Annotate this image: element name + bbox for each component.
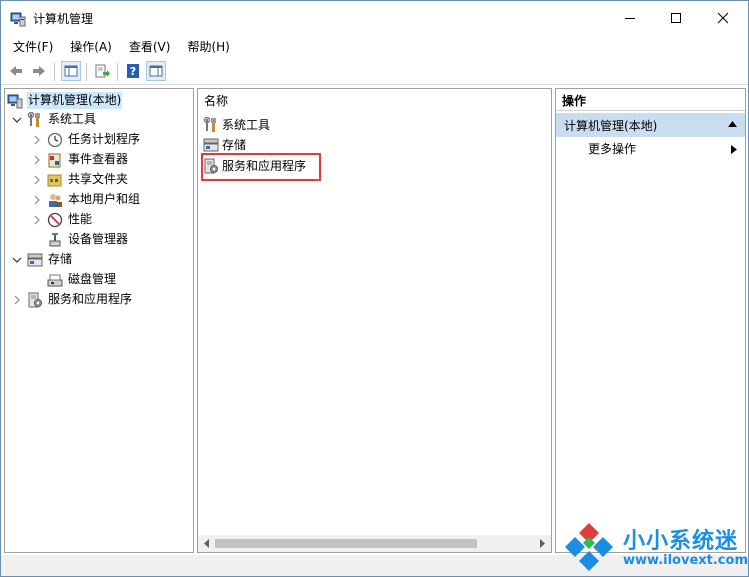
actions-pane: 操作 计算机管理(本地) 更多操作 [555, 88, 746, 553]
navigation-tree-pane[interactable]: 计算机管理(本地) 系统工具 任务计划程序 事件查看器 共享文件夹 本地用户和组… [4, 88, 194, 553]
window-title: 计算机管理 [33, 12, 94, 26]
storage-icon [27, 253, 43, 266]
title-bar[interactable]: 计算机管理 [1, 1, 748, 35]
tree-label: 共享文件夹 [68, 172, 129, 186]
close-button[interactable] [700, 1, 746, 35]
chevron-right-icon[interactable] [31, 134, 43, 146]
tools-icon [203, 117, 216, 132]
toolbar-separator [54, 63, 55, 81]
chevron-down-icon[interactable] [11, 114, 23, 126]
tree-item-device-manager[interactable]: 设备管理器 [47, 230, 129, 249]
tools-icon [27, 111, 40, 127]
device-manager-icon [49, 232, 61, 246]
menu-bar: 文件(F) 操作(A) 查看(V) 帮助(H) [1, 37, 748, 57]
tree-label: 性能 [68, 212, 93, 226]
tree-label: 事件查看器 [68, 152, 129, 166]
computer-management-window: 计算机管理 文件(F) 操作(A) 查看(V) 帮助(H) ? 计算机管理(本地… [0, 0, 749, 577]
more-actions-link[interactable]: 更多操作 [588, 141, 636, 157]
show-hide-tree-icon [64, 65, 78, 77]
menu-help[interactable]: 帮助(H) [175, 37, 236, 57]
shared-folder-icon [47, 174, 62, 186]
maximize-icon [671, 13, 681, 23]
menu-action[interactable]: 操作(A) [58, 37, 119, 57]
export-list-icon [95, 64, 110, 78]
forward-arrow-icon [33, 66, 45, 76]
column-header-name[interactable]: 名称 [204, 93, 228, 109]
maximize-button[interactable] [653, 1, 699, 35]
watermark: 小小系统迷 www.ilovext.com [561, 519, 748, 575]
menu-view[interactable]: 查看(V) [117, 37, 178, 57]
actions-group-label: 计算机管理(本地) [564, 119, 658, 133]
highlight-box [201, 153, 321, 181]
list-item-label: 系统工具 [222, 117, 271, 132]
watermark-logo [565, 523, 613, 571]
tree-label: 服务和应用程序 [48, 292, 133, 306]
tree-label: 系统工具 [48, 112, 97, 126]
forward-button[interactable] [29, 61, 49, 81]
tree-item-event-viewer[interactable]: 事件查看器 [31, 150, 129, 169]
help-button[interactable]: ? [123, 61, 143, 81]
scroll-right-icon[interactable] [537, 538, 547, 549]
chevron-right-icon[interactable] [31, 174, 43, 186]
event-viewer-icon [48, 153, 61, 167]
watermark-url: www.ilovext.com [623, 553, 748, 568]
tree-item-task-scheduler[interactable]: 任务计划程序 [31, 130, 141, 149]
tree-label: 设备管理器 [68, 232, 129, 246]
computer-management-icon [7, 94, 23, 108]
actions-group-computer-management[interactable]: 计算机管理(本地) [556, 113, 745, 137]
show-hide-tree-button[interactable] [61, 61, 81, 81]
scrollbar-thumb[interactable] [215, 539, 477, 548]
toolbar-separator [86, 63, 87, 81]
tree-item-disk-management[interactable]: 磁盘管理 [47, 270, 117, 289]
toolbar-separator [117, 63, 118, 81]
chevron-right-icon[interactable] [31, 194, 43, 206]
tree-label: 任务计划程序 [68, 132, 141, 146]
tree-label: 计算机管理(本地) [27, 92, 123, 109]
tree-item-computer-management[interactable]: 计算机管理(本地) [7, 91, 123, 110]
users-icon [49, 193, 62, 207]
toolbar: ? [1, 59, 748, 85]
chevron-down-icon[interactable] [11, 254, 23, 266]
services-apps-icon [28, 292, 42, 307]
actions-header: 操作 [556, 89, 745, 111]
list-item-storage[interactable]: 存储 [203, 135, 247, 155]
help-icon: ? [127, 64, 139, 78]
caret-right-icon[interactable] [731, 145, 737, 154]
horizontal-scrollbar[interactable] [198, 535, 551, 552]
minimize-icon [625, 18, 635, 19]
chevron-right-icon[interactable] [31, 154, 43, 166]
tree-item-shared-folders[interactable]: 共享文件夹 [31, 170, 129, 189]
disk-management-icon [47, 274, 63, 286]
list-item-system-tools[interactable]: 系统工具 [203, 115, 271, 135]
export-list-button[interactable] [92, 61, 112, 81]
tree-item-storage[interactable]: 存储 [11, 250, 73, 269]
close-icon [717, 12, 729, 24]
tree-label: 存储 [48, 252, 73, 266]
tree-label: 本地用户和组 [68, 192, 141, 206]
list-item-label: 存储 [222, 137, 247, 152]
tree-label: 磁盘管理 [68, 272, 117, 286]
chevron-right-icon[interactable] [11, 294, 23, 306]
menu-file[interactable]: 文件(F) [1, 37, 60, 57]
back-button[interactable] [6, 61, 26, 81]
tree-item-local-users-groups[interactable]: 本地用户和组 [31, 190, 141, 209]
show-hide-action-pane-icon [149, 65, 163, 77]
computer-management-icon [10, 12, 26, 27]
minimize-button[interactable] [607, 1, 653, 35]
clock-icon [47, 132, 63, 147]
scroll-left-icon[interactable] [202, 538, 212, 549]
watermark-title: 小小系统迷 [623, 529, 739, 554]
tree-item-performance[interactable]: 性能 [31, 210, 93, 229]
back-arrow-icon [10, 66, 22, 76]
performance-icon [47, 212, 63, 227]
show-hide-action-pane-button[interactable] [146, 61, 166, 81]
caret-up-icon[interactable] [728, 121, 737, 127]
svg-text:?: ? [130, 65, 136, 78]
tree-item-system-tools[interactable]: 系统工具 [11, 110, 97, 129]
chevron-right-icon[interactable] [31, 214, 43, 226]
storage-icon [203, 138, 219, 152]
tree-item-services-apps[interactable]: 服务和应用程序 [11, 290, 133, 309]
